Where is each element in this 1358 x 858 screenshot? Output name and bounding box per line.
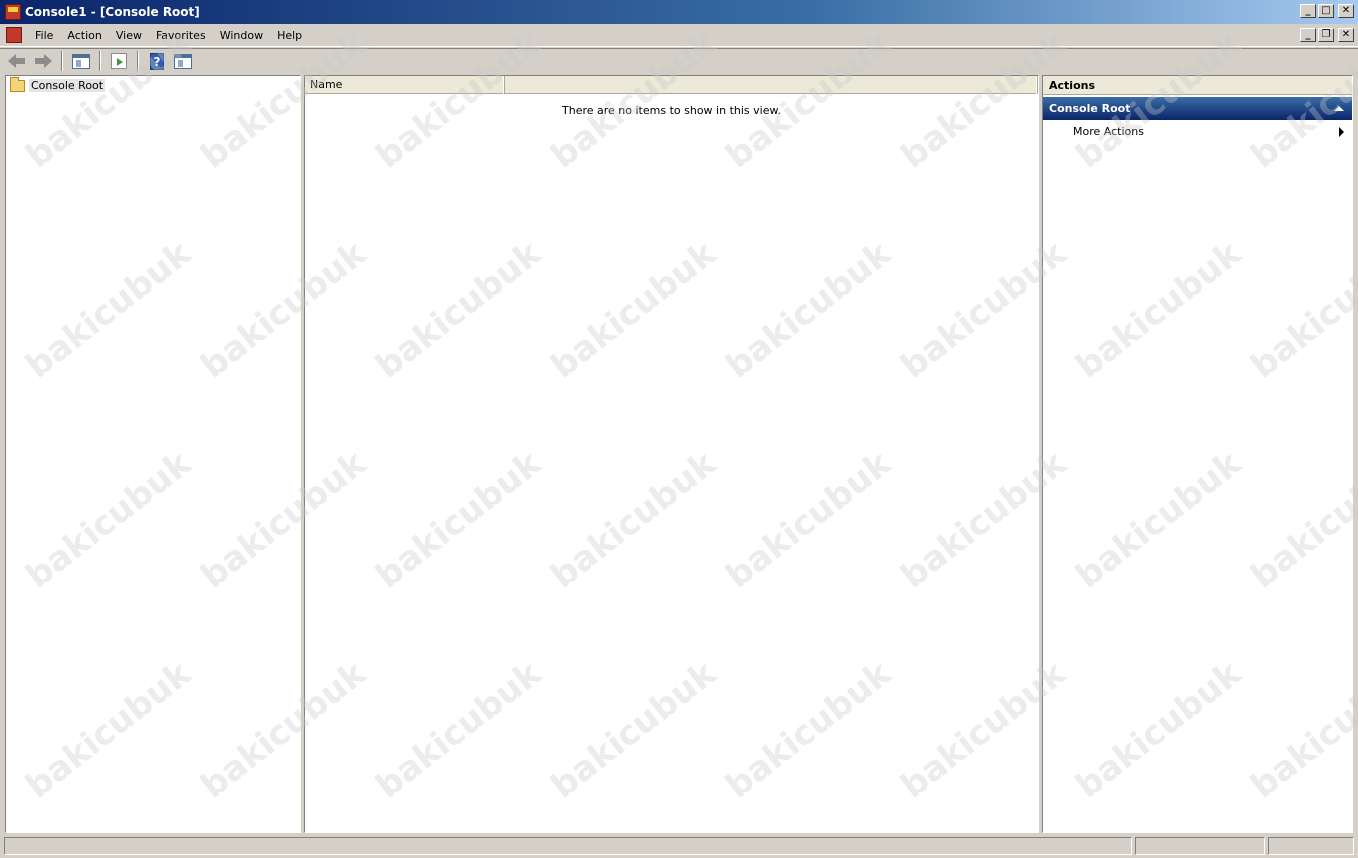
list-header: Name <box>305 76 1038 94</box>
tree-item-label: Console Root <box>29 79 106 92</box>
window-controls: _ □ ✕ <box>1300 4 1354 18</box>
child-restore-button[interactable]: ❐ <box>1318 28 1334 42</box>
console-tree-icon <box>72 53 90 69</box>
back-arrow-icon <box>8 54 26 68</box>
menu-view[interactable]: View <box>109 27 149 44</box>
show-hide-action-pane-button[interactable] <box>172 51 194 71</box>
back-button[interactable] <box>6 51 28 71</box>
status-cell-main <box>4 837 1132 855</box>
menu-bar: File Action View Favorites Window Help _… <box>0 24 1358 47</box>
empty-view-message: There are no items to show in this view. <box>562 104 781 117</box>
child-window-controls: _ ❐ ✕ <box>1300 28 1354 42</box>
maximize-button[interactable]: □ <box>1318 4 1334 18</box>
actions-pane[interactable]: Actions Console Root More Actions <box>1042 75 1353 833</box>
actions-pane-title: Actions <box>1043 76 1352 95</box>
child-close-button[interactable]: ✕ <box>1338 28 1354 42</box>
window-title: Console1 - [Console Root] <box>25 5 200 19</box>
more-actions-label: More Actions <box>1073 125 1144 138</box>
console-system-menu-icon[interactable] <box>6 27 22 43</box>
menu-favorites[interactable]: Favorites <box>149 27 213 44</box>
console-tree-pane[interactable]: Console Root <box>5 75 301 833</box>
export-list-button[interactable] <box>108 51 130 71</box>
actions-section-label: Console Root <box>1049 102 1131 115</box>
submenu-arrow-icon <box>1339 127 1344 137</box>
export-list-icon <box>111 53 127 69</box>
results-pane[interactable]: Name There are no items to show in this … <box>304 75 1039 833</box>
forward-arrow-icon <box>34 54 52 68</box>
more-actions-item[interactable]: More Actions <box>1043 123 1352 141</box>
minimize-button[interactable]: _ <box>1300 4 1316 18</box>
toolbar-separator <box>137 51 139 71</box>
forward-button[interactable] <box>32 51 54 71</box>
toolbar-separator <box>99 51 101 71</box>
collapse-up-icon[interactable] <box>1334 106 1344 111</box>
toolbar: ? <box>0 48 1358 73</box>
child-minimize-button[interactable]: _ <box>1300 28 1316 42</box>
status-cell-middle <box>1135 837 1265 855</box>
title-bar[interactable]: Console1 - [Console Root] _ □ ✕ <box>0 0 1358 24</box>
menu-action[interactable]: Action <box>60 27 108 44</box>
menu-help[interactable]: Help <box>270 27 309 44</box>
actions-section-console-root[interactable]: Console Root <box>1043 97 1352 120</box>
mmc-app-icon[interactable] <box>5 4 21 20</box>
column-header-empty[interactable] <box>505 76 1038 94</box>
column-header-name[interactable]: Name <box>305 76 505 94</box>
menu-window[interactable]: Window <box>213 27 270 44</box>
close-button[interactable]: ✕ <box>1338 4 1354 18</box>
show-hide-console-tree-button[interactable] <box>70 51 92 71</box>
action-pane-icon <box>174 53 192 69</box>
help-button[interactable]: ? <box>146 51 168 71</box>
folder-icon <box>10 76 25 92</box>
help-icon: ? <box>150 52 164 70</box>
status-cell-right <box>1268 837 1354 855</box>
tree-item-console-root[interactable]: Console Root <box>10 76 106 92</box>
status-bar <box>0 835 1358 858</box>
menu-file[interactable]: File <box>28 27 60 44</box>
toolbar-separator <box>61 51 63 71</box>
